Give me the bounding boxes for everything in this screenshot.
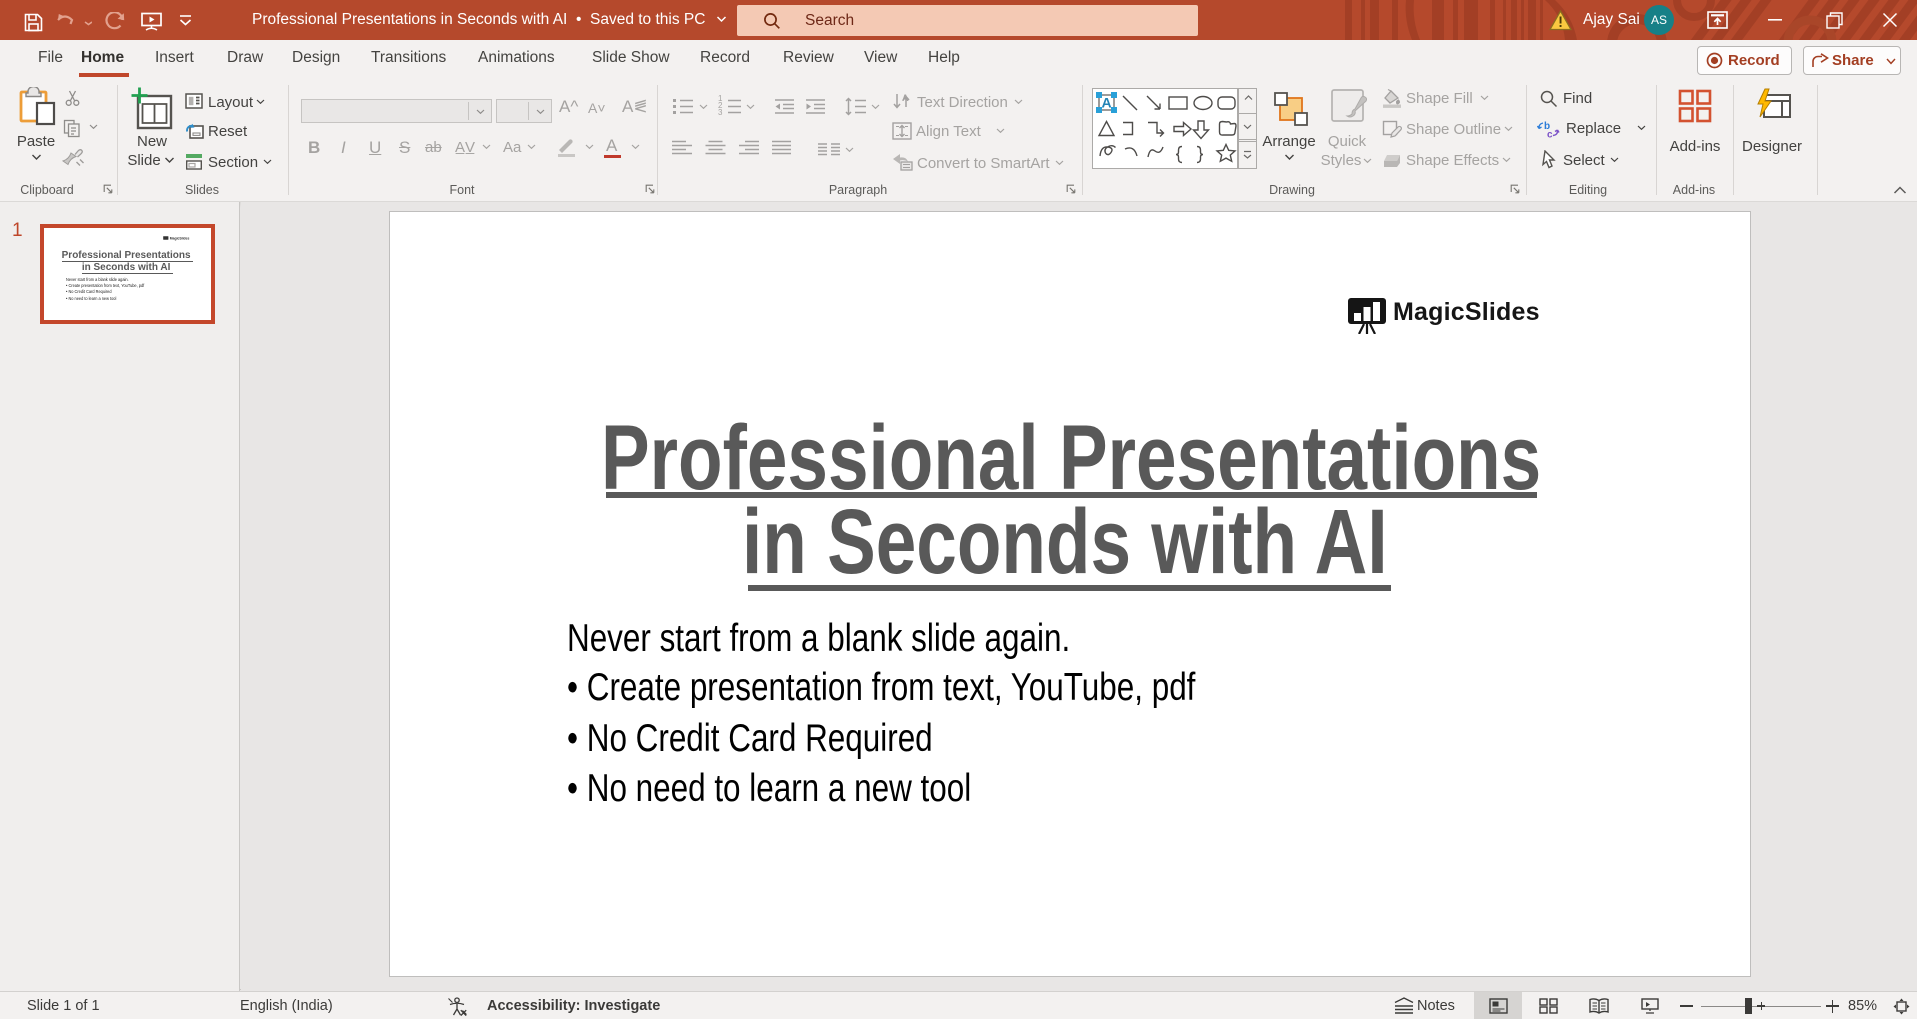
svg-text:A: A xyxy=(902,93,909,103)
svg-text:A: A xyxy=(1102,95,1112,111)
svg-text:c: c xyxy=(1547,130,1553,140)
svg-text:MagicSlides: MagicSlides xyxy=(170,237,190,241)
